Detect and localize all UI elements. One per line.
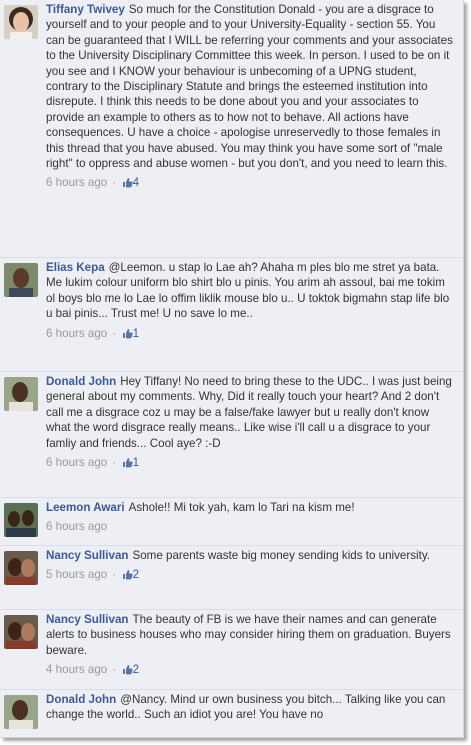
comment-item: Leemon Awari Ashole!! Mi tok yah, kam lo … (0, 498, 463, 546)
comment-meta: 6 hours ago · 1 (46, 326, 455, 343)
like-count[interactable]: 4 (133, 176, 139, 189)
comment-item: Elias Kepa @Leemon. u stap lo Lae ah? Aha… (0, 258, 463, 372)
like-count[interactable]: 1 (133, 456, 139, 469)
comment-body: Donald John @Nancy. Mind ur own business … (46, 690, 455, 723)
comment-item: Donald John @Nancy. Mind ur own business … (0, 690, 463, 737)
comment-body: Nancy Sullivan The beauty of FB is we hav… (46, 610, 455, 658)
comment-thread: Tiffany Twivey So much for the Constituti… (0, 0, 464, 738)
comment-body: Tiffany Twivey So much for the Constituti… (46, 0, 455, 171)
comment-time[interactable]: 4 hours ago (46, 663, 107, 676)
comment-time[interactable]: 6 hours ago (46, 176, 107, 189)
meta-separator: · (112, 326, 117, 340)
avatar[interactable] (4, 551, 38, 585)
comment-item: Nancy Sullivan The beauty of FB is we hav… (0, 610, 463, 690)
thumbs-up-icon[interactable] (122, 569, 133, 584)
comment-body: Donald John Hey Tiffany! No need to bring… (46, 372, 455, 451)
avatar[interactable] (4, 695, 38, 729)
comment-time[interactable]: 5 hours ago (46, 568, 107, 581)
avatar[interactable] (4, 615, 38, 649)
avatar[interactable] (4, 263, 38, 297)
meta-separator: · (112, 663, 117, 677)
comment-meta: 6 hours ago · 4 (46, 175, 455, 192)
avatar[interactable] (4, 503, 38, 537)
comment-text: @Leemon. u stap lo Lae ah? Ahaha m ples … (46, 261, 450, 321)
comment-item: Nancy Sullivan Some parents waste big mon… (0, 546, 463, 610)
avatar[interactable] (4, 5, 38, 39)
meta-separator: · (112, 176, 117, 190)
comment-time[interactable]: 6 hours ago (46, 456, 107, 469)
comment-item: Tiffany Twivey So much for the Constituti… (0, 0, 463, 258)
comment-meta: 6 hours ago · 1 (46, 455, 455, 472)
comment-item: Donald John Hey Tiffany! No need to bring… (0, 372, 463, 498)
thumbs-up-icon[interactable] (122, 664, 133, 679)
thumbs-up-icon[interactable] (122, 457, 133, 472)
like-count[interactable]: 2 (133, 568, 139, 581)
comment-text: So much for the Constitution Donald - yo… (46, 3, 453, 171)
comment-body: Nancy Sullivan Some parents waste big mon… (46, 546, 455, 563)
like-count[interactable]: 1 (133, 327, 139, 340)
like-count[interactable]: 2 (133, 663, 139, 676)
comment-body: Leemon Awari Ashole!! Mi tok yah, kam lo … (46, 498, 455, 515)
comment-time[interactable]: 6 hours ago (46, 327, 107, 340)
meta-separator: · (112, 456, 117, 470)
comment-author[interactable]: Leemon Awari (46, 501, 125, 514)
meta-separator: · (112, 568, 117, 582)
comment-author[interactable]: Donald John (46, 693, 116, 706)
comment-author[interactable]: Nancy Sullivan (46, 549, 128, 562)
thumbs-up-icon[interactable] (122, 177, 133, 192)
comment-author[interactable]: Tiffany Twivey (46, 3, 125, 16)
avatar[interactable] (4, 377, 38, 411)
comment-author[interactable]: Elias Kepa (46, 261, 105, 274)
comment-text: Some parents waste big money sending kid… (132, 549, 430, 562)
comment-time[interactable]: 6 hours ago (46, 520, 107, 533)
comment-text: Ashole!! Mi tok yah, kam lo Tari na kism… (128, 501, 355, 514)
comment-meta: 4 hours ago · 2 (46, 662, 455, 679)
comment-meta: 6 hours ago (46, 519, 455, 534)
comment-author[interactable]: Donald John (46, 375, 116, 388)
thumbs-up-icon[interactable] (122, 328, 133, 343)
comment-meta: 5 hours ago · 2 (46, 567, 455, 584)
comment-author[interactable]: Nancy Sullivan (46, 613, 128, 626)
comment-body: Elias Kepa @Leemon. u stap lo Lae ah? Aha… (46, 258, 455, 322)
